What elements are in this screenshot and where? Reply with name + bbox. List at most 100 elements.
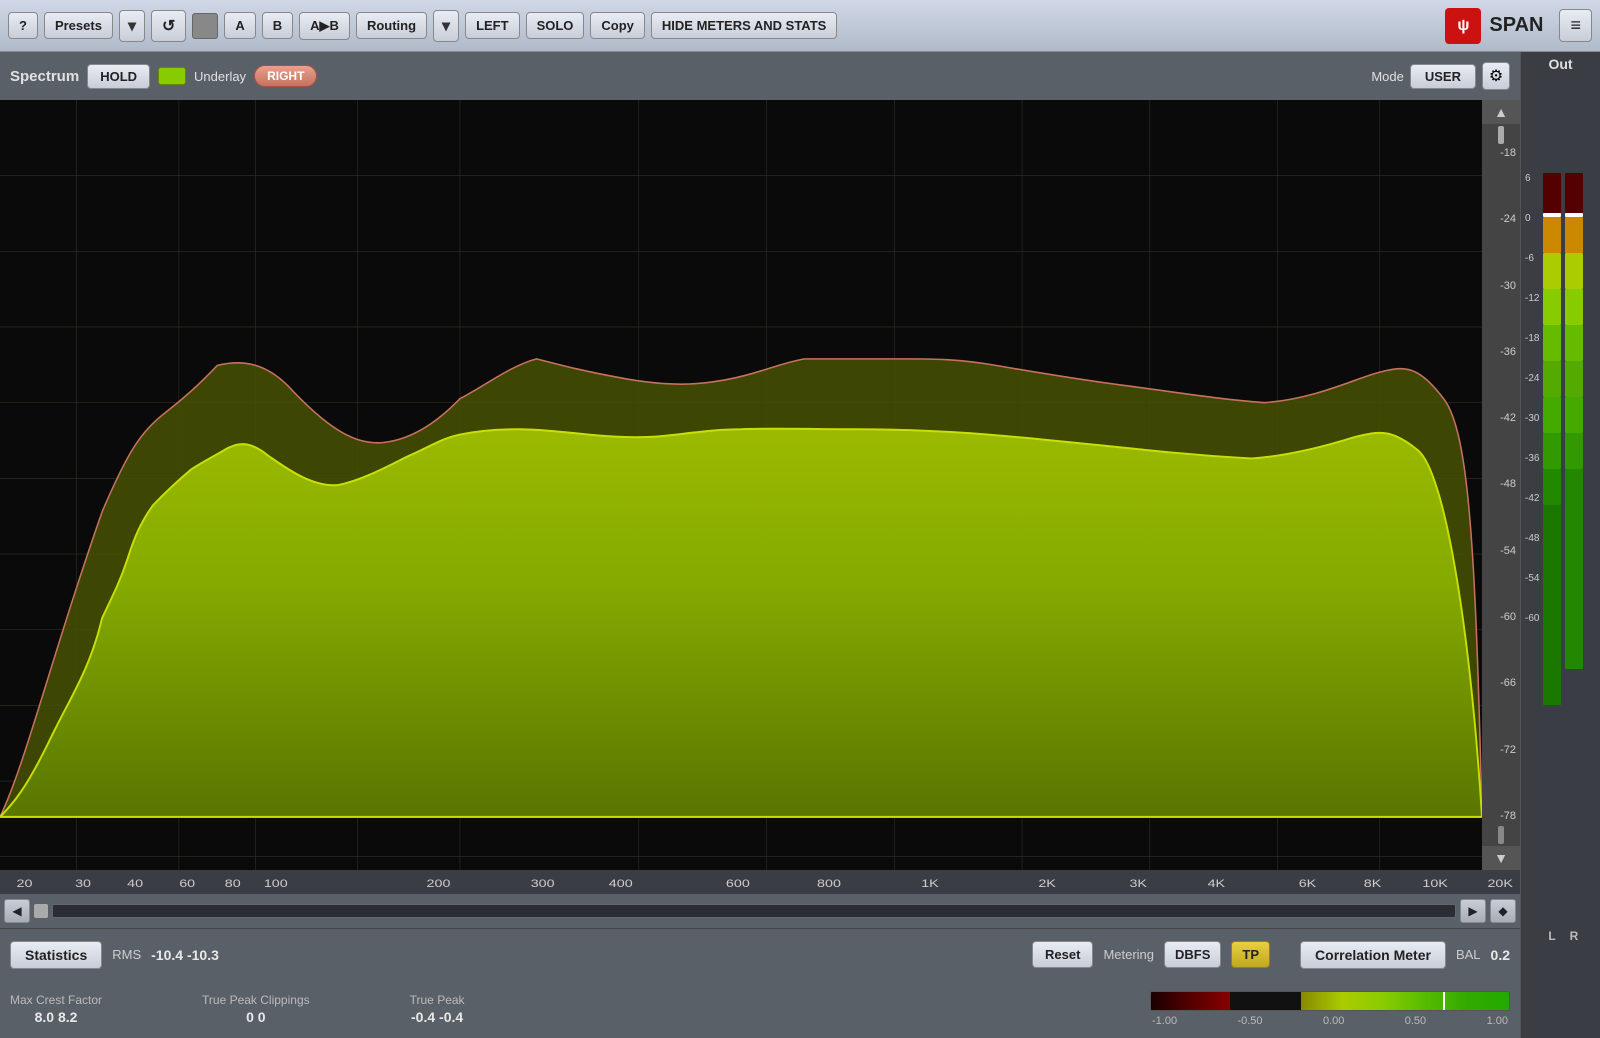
db-scroll-down[interactable]: ▼ bbox=[1482, 846, 1520, 870]
correlation-label: Correlation Meter bbox=[1300, 941, 1446, 969]
logo-area: ψ SPAN ≡ bbox=[1445, 8, 1592, 44]
svg-text:L: L bbox=[1548, 929, 1555, 943]
svg-text:-54: -54 bbox=[1525, 573, 1540, 584]
reset-button[interactable]: Reset bbox=[1032, 941, 1093, 968]
svg-text:3K: 3K bbox=[1129, 877, 1147, 890]
metering-label: Metering bbox=[1103, 947, 1154, 962]
dbfs-button[interactable]: DBFS bbox=[1164, 941, 1221, 968]
help-button[interactable]: ? bbox=[8, 12, 38, 39]
spectrum-label: Spectrum bbox=[10, 68, 79, 85]
max-crest-label: Max Crest Factor bbox=[10, 993, 102, 1007]
svg-text:6K: 6K bbox=[1299, 877, 1317, 890]
scroll-left-button[interactable]: ◀ bbox=[4, 899, 30, 923]
right-channel-button[interactable]: RIGHT bbox=[254, 65, 317, 87]
max-crest-right: 8.2 bbox=[58, 1009, 77, 1025]
max-crest-values: 8.0 8.2 bbox=[35, 1009, 78, 1025]
tp-button[interactable]: TP bbox=[1231, 941, 1270, 968]
rms-right: -10.3 bbox=[187, 947, 219, 963]
db-tick-18: -18 bbox=[1482, 148, 1516, 159]
svg-text:-24: -24 bbox=[1525, 373, 1540, 384]
user-mode-button[interactable]: USER bbox=[1410, 64, 1476, 89]
true-peak-clip-right: 0 bbox=[258, 1009, 266, 1025]
left-panel: Spectrum HOLD Underlay RIGHT Mode USER ⚙ bbox=[0, 52, 1520, 1038]
a-button[interactable]: A bbox=[224, 12, 255, 39]
corr-scale-05: 0.50 bbox=[1405, 1015, 1426, 1027]
db-tick-48: -48 bbox=[1482, 479, 1516, 490]
toolbar: ? Presets ▾ ↺ A B A▶B Routing ▾ LEFT SOL… bbox=[0, 0, 1600, 52]
db-tick-54: -54 bbox=[1482, 546, 1516, 557]
true-peak-clip-block: True Peak Clippings 0 0 bbox=[202, 993, 310, 1025]
corr-bar bbox=[1150, 991, 1510, 1011]
db-tick-78: -78 bbox=[1482, 811, 1516, 822]
svg-text:800: 800 bbox=[817, 877, 841, 890]
settings-button[interactable]: ⚙ bbox=[1482, 62, 1510, 90]
solo-button[interactable]: SOLO bbox=[526, 12, 585, 39]
db-scroll-thumb bbox=[1498, 126, 1504, 144]
corr-scale-neg1: -1.00 bbox=[1152, 1015, 1177, 1027]
corr-scale-neg05: -0.50 bbox=[1237, 1015, 1262, 1027]
db-tick-66: -66 bbox=[1482, 678, 1516, 689]
max-crest-left: 8.0 bbox=[35, 1009, 54, 1025]
hold-button[interactable]: HOLD bbox=[87, 64, 150, 89]
stats-row2: Max Crest Factor 8.0 8.2 True Peak Clipp… bbox=[0, 980, 1520, 1038]
svg-text:400: 400 bbox=[609, 877, 633, 890]
routing-dropdown-icon[interactable]: ▾ bbox=[433, 10, 459, 42]
bal-value: 0.2 bbox=[1491, 947, 1510, 963]
bottom-stats: Statistics RMS -10.4 -10.3 Reset Meterin… bbox=[0, 928, 1520, 1038]
svg-text:-18: -18 bbox=[1525, 333, 1540, 344]
svg-text:10K: 10K bbox=[1422, 877, 1448, 890]
b-button[interactable]: B bbox=[262, 12, 293, 39]
ab-button[interactable]: A▶B bbox=[299, 12, 350, 40]
mode-label: Mode bbox=[1371, 69, 1404, 84]
true-peak-clip-values: 0 0 bbox=[246, 1009, 265, 1025]
corr-scale: -1.00 -0.50 0.00 0.50 1.00 bbox=[1150, 1015, 1510, 1027]
db-tick-24: -24 bbox=[1482, 214, 1516, 225]
left-button[interactable]: LEFT bbox=[465, 12, 520, 39]
svg-text:80: 80 bbox=[225, 877, 241, 890]
svg-text:300: 300 bbox=[531, 877, 555, 890]
copy-button[interactable]: Copy bbox=[590, 12, 645, 39]
out-label: Out bbox=[1548, 56, 1572, 72]
svg-text:4K: 4K bbox=[1208, 877, 1226, 890]
rms-values: -10.4 -10.3 bbox=[151, 947, 219, 963]
reset-button[interactable]: ↺ bbox=[151, 10, 186, 42]
mode-section: Mode USER ⚙ bbox=[1371, 62, 1510, 90]
rms-label: RMS bbox=[112, 947, 141, 962]
routing-button[interactable]: Routing bbox=[356, 12, 427, 39]
scroll-right-button[interactable]: ▶ bbox=[1460, 899, 1486, 923]
hide-meters-button[interactable]: HIDE METERS AND STATS bbox=[651, 12, 837, 39]
zoom-fit-button[interactable]: ◆ bbox=[1490, 899, 1516, 923]
db-scale: ▲ -18 -24 -30 -36 -42 -48 -54 -60 -66 -7… bbox=[1482, 100, 1520, 870]
db-scroll-up[interactable]: ▲ bbox=[1482, 100, 1520, 124]
bal-label: BAL bbox=[1456, 947, 1481, 962]
presets-button[interactable]: Presets bbox=[44, 12, 113, 39]
green-indicator[interactable] bbox=[158, 67, 186, 85]
freq-scale-svg: 20 30 40 60 80 100 200 300 400 600 800 1… bbox=[10, 870, 1520, 894]
svg-text:600: 600 bbox=[726, 877, 750, 890]
menu-button[interactable]: ≡ bbox=[1559, 9, 1592, 42]
svg-text:-48: -48 bbox=[1525, 533, 1540, 544]
underlay-label: Underlay bbox=[194, 69, 246, 84]
true-peak-left: -0.4 bbox=[411, 1009, 435, 1025]
dropdown-arrow-icon[interactable]: ▾ bbox=[119, 10, 145, 42]
svg-text:-42: -42 bbox=[1525, 493, 1540, 504]
corr-indicator bbox=[1443, 992, 1445, 1010]
max-crest-block: Max Crest Factor 8.0 8.2 bbox=[10, 993, 102, 1025]
scroll-track[interactable] bbox=[52, 904, 1456, 918]
corr-scale-1: 1.00 bbox=[1487, 1015, 1508, 1027]
svg-text:0: 0 bbox=[1525, 213, 1531, 224]
db-scroll-thumb-bottom bbox=[1498, 826, 1504, 844]
scroll-thumb bbox=[34, 904, 48, 918]
true-peak-values: -0.4 -0.4 bbox=[411, 1009, 463, 1025]
svg-text:-30: -30 bbox=[1525, 413, 1540, 424]
spectrum-header: Spectrum HOLD Underlay RIGHT Mode USER ⚙ bbox=[0, 52, 1520, 100]
spectrum-svg bbox=[0, 100, 1482, 870]
true-peak-clip-left: 0 bbox=[246, 1009, 254, 1025]
svg-text:40: 40 bbox=[127, 877, 143, 890]
true-peak-right: -0.4 bbox=[439, 1009, 463, 1025]
logo-text: SPAN bbox=[1489, 14, 1543, 37]
svg-text:30: 30 bbox=[75, 877, 91, 890]
svg-text:200: 200 bbox=[427, 877, 451, 890]
vu-meter-svg: 6 0 -6 -12 -18 -24 -30 -36 -42 -48 -54 -… bbox=[1525, 76, 1597, 1034]
svg-text:60: 60 bbox=[179, 877, 195, 890]
